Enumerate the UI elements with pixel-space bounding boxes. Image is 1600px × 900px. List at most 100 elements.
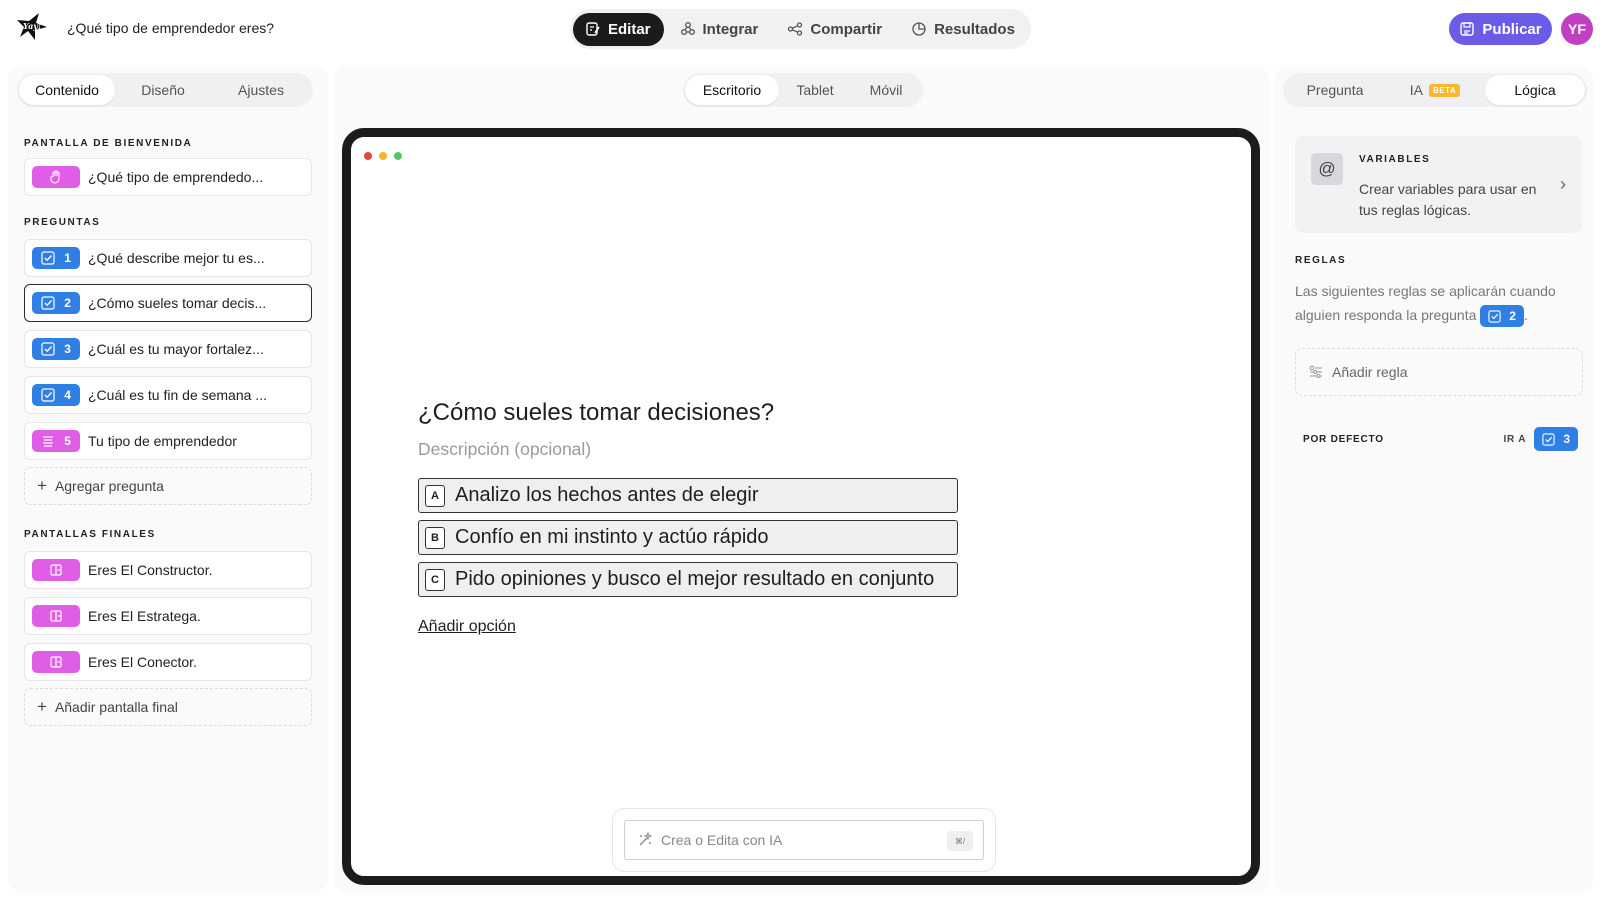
add-question-button[interactable]: + Agregar pregunta <box>24 467 312 505</box>
ending-item-3[interactable]: Eres El Conector. <box>24 643 312 681</box>
window-dots <box>364 152 402 160</box>
option-b[interactable]: B Confío en mi instinto y actúo rápido <box>418 520 958 555</box>
question-title[interactable]: ¿Cómo sueles tomar decisiones? <box>418 399 774 427</box>
text-lines-icon <box>41 434 55 448</box>
variables-card[interactable]: @ VARIABLES Crear variables para usar en… <box>1295 136 1582 233</box>
device-tab-movil[interactable]: Móvil <box>851 75 921 105</box>
window-dot-red <box>364 152 372 160</box>
publish-button[interactable]: Publicar <box>1449 13 1552 45</box>
question-ref-chip: 2 <box>1480 305 1524 328</box>
question-ref-number: 2 <box>1509 309 1516 324</box>
ending-badge <box>32 605 80 627</box>
rule-icon <box>1308 364 1324 380</box>
rules-section-label: REGLAS <box>1295 255 1347 266</box>
variables-description: Crear variables para usar en tus reglas … <box>1359 181 1537 218</box>
option-a[interactable]: A Analizo los hechos antes de elegir <box>418 478 958 513</box>
sparkle-icon <box>637 832 653 848</box>
window-dot-green <box>394 152 402 160</box>
ending-text: Eres El Conector. <box>88 654 197 670</box>
tab-editar[interactable]: Editar <box>573 12 664 46</box>
question-item-2[interactable]: 2 ¿Cómo sueles tomar decis... <box>24 284 312 322</box>
tab-label: Resultados <box>934 20 1015 38</box>
add-rule-label: Añadir regla <box>1332 364 1408 380</box>
option-c[interactable]: C Pido opiniones y busco el mejor result… <box>418 562 958 597</box>
default-target-chip[interactable]: 3 <box>1534 427 1578 451</box>
device-tab-tablet[interactable]: Tablet <box>779 75 851 105</box>
ending-item-1[interactable]: Eres El Constructor. <box>24 551 312 589</box>
question-badge: 4 <box>32 384 80 406</box>
checkbox-icon <box>41 296 55 310</box>
tab-resultados[interactable]: Resultados <box>899 13 1028 46</box>
welcome-screen-item[interactable]: ¿Qué tipo de emprendedo... <box>24 158 312 196</box>
question-text: ¿Qué describe mejor tu es... <box>88 250 265 266</box>
rules-description-suffix: . <box>1523 307 1528 323</box>
ai-prompt-placeholder: Crea o Edita con IA <box>661 832 783 848</box>
ending-text: Eres El Estratega. <box>88 608 201 624</box>
add-option-link[interactable]: Añadir opción <box>418 618 516 636</box>
yay-logo-icon[interactable]: Yay! <box>14 10 50 46</box>
exit-icon <box>49 563 63 577</box>
tab-ia-label: IA <box>1409 82 1424 98</box>
add-rule-button[interactable]: Añadir regla <box>1295 348 1583 396</box>
question-text: ¿Cuál es tu mayor fortalez... <box>88 341 264 357</box>
chevron-right-icon: › <box>1560 174 1566 194</box>
results-icon <box>911 21 927 37</box>
question-item-1[interactable]: 1 ¿Qué describe mejor tu es... <box>24 239 312 277</box>
question-badge: 5 <box>32 430 80 452</box>
device-tab-escritorio[interactable]: Escritorio <box>685 75 779 105</box>
ending-badge <box>32 559 80 581</box>
integrate-icon <box>680 21 696 37</box>
form-title[interactable]: ¿Qué tipo de emprendedor eres? <box>67 20 274 36</box>
checkbox-icon <box>41 342 55 356</box>
publish-icon <box>1459 21 1475 37</box>
add-ending-button[interactable]: + Añadir pantalla final <box>24 688 312 726</box>
tab-ajustes[interactable]: Ajustes <box>211 75 311 105</box>
share-icon <box>787 21 803 37</box>
rules-description: Las siguientes reglas se aplicarán cuand… <box>1295 279 1585 328</box>
option-key: B <box>425 526 445 549</box>
option-text: Analizo los hechos antes de elegir <box>455 484 759 506</box>
option-text: Pido opiniones y busco el mejor resultad… <box>455 568 935 590</box>
goto-label: IR A <box>1503 433 1527 445</box>
tab-diseno[interactable]: Diseño <box>115 75 211 105</box>
tab-label: Compartir <box>810 20 883 38</box>
tab-compartir[interactable]: Compartir <box>775 13 895 46</box>
question-item-3[interactable]: 3 ¿Cuál es tu mayor fortalez... <box>24 330 312 368</box>
variables-title: VARIABLES <box>1359 154 1431 165</box>
question-text: Tu tipo de emprendedor <box>88 433 237 449</box>
avatar[interactable]: YF <box>1561 13 1593 45</box>
checkbox-icon <box>41 251 55 265</box>
question-item-5[interactable]: 5 Tu tipo de emprendedor <box>24 422 312 460</box>
option-key: C <box>425 568 445 591</box>
plus-icon: + <box>37 476 47 495</box>
question-badge: 3 <box>32 338 80 360</box>
default-label: POR DEFECTO <box>1303 433 1384 445</box>
tab-integrar[interactable]: Integrar <box>668 13 772 46</box>
tab-contenido[interactable]: Contenido <box>19 75 115 105</box>
question-text: ¿Cuál es tu fin de semana ... <box>88 387 267 403</box>
question-description-input[interactable]: Descripción (opcional) <box>418 439 591 460</box>
preview-frame: ¿Cómo sueles tomar decisiones? Descripci… <box>342 128 1260 885</box>
tab-ia[interactable]: IA BETA <box>1385 75 1485 105</box>
ai-shortcut-hint: ⌘/ <box>947 831 973 851</box>
welcome-screen-text: ¿Qué tipo de emprendedo... <box>88 169 264 185</box>
question-number: 1 <box>64 251 71 265</box>
question-text: ¿Cómo sueles tomar decis... <box>88 295 267 311</box>
option-key: A <box>425 484 445 507</box>
ending-text: Eres El Constructor. <box>88 562 213 578</box>
exit-icon <box>49 655 63 669</box>
ai-prompt-input[interactable]: Crea o Edita con IA ⌘/ <box>624 820 984 860</box>
tab-logica[interactable]: Lógica <box>1485 75 1585 105</box>
checkbox-icon <box>41 388 55 402</box>
tab-pregunta[interactable]: Pregunta <box>1285 75 1385 105</box>
ending-item-2[interactable]: Eres El Estratega. <box>24 597 312 635</box>
window-dot-yellow <box>379 152 387 160</box>
question-item-4[interactable]: 4 ¿Cuál es tu fin de semana ... <box>24 376 312 414</box>
left-tabs: Contenido Diseño Ajustes <box>17 73 313 107</box>
checkbox-icon <box>1542 432 1555 446</box>
beta-badge: BETA <box>1429 83 1461 97</box>
edit-icon <box>585 21 601 37</box>
svg-text:Yay!: Yay! <box>23 21 42 31</box>
ai-prompt-box: Crea o Edita con IA ⌘/ <box>612 808 996 872</box>
exit-icon <box>49 609 63 623</box>
